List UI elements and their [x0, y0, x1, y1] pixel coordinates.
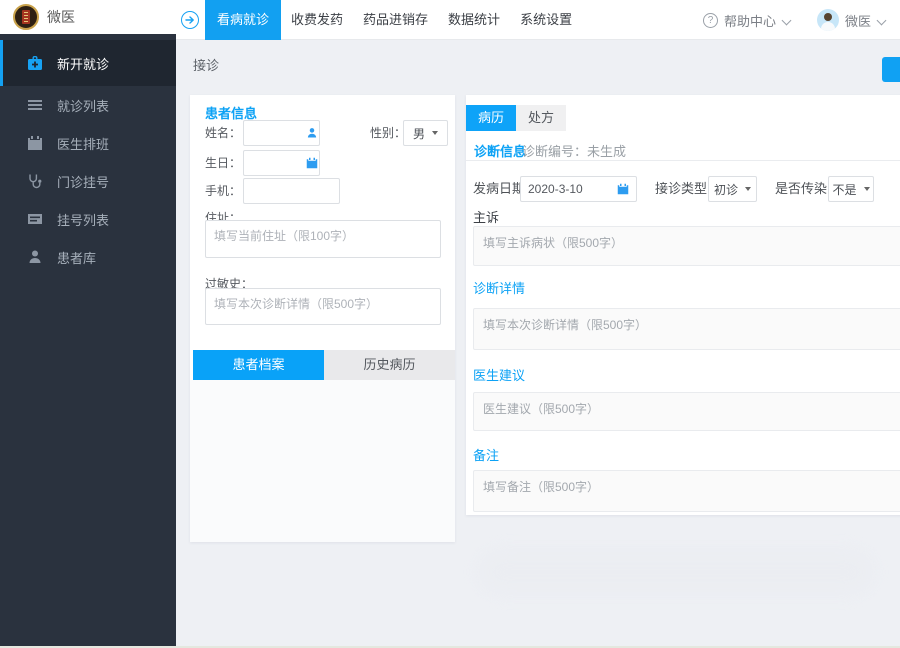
- help-center-label: 帮助中心: [723, 13, 776, 29]
- sidebar-item-label: 挂号列表: [57, 212, 110, 228]
- gender-label: 性别：: [370, 126, 407, 140]
- sidebar-item-registration-list[interactable]: 挂号列表: [0, 200, 176, 238]
- remarks-textarea[interactable]: [473, 470, 900, 512]
- chief-complaint-label: 主诉: [473, 210, 500, 225]
- sidebar-item-label: 患者库: [57, 250, 97, 266]
- diagnosis-info-title: 诊断信息: [474, 144, 527, 159]
- main-content: 接诊 患者信息 姓名： 性别： 男 生日： 手机： 住址： 过敏史： 患者档案 …: [176, 40, 900, 648]
- caret-down-icon: [745, 187, 751, 191]
- diagnosis-number: 诊断编号：未生成: [522, 144, 627, 159]
- phone-label: 手机：: [205, 184, 242, 198]
- list-icon: [28, 100, 42, 110]
- stethoscope-icon: [29, 174, 42, 189]
- contagious-value: 不是: [832, 182, 857, 197]
- chief-complaint-textarea[interactable]: [473, 226, 900, 266]
- onset-date-label: 发病日期: [473, 181, 526, 196]
- onset-date-value: 2020-3-10: [528, 182, 583, 196]
- main-nav: 看病就诊 收费发药 药品进销存 数据统计 系统设置: [205, 0, 582, 40]
- visit-type-label: 接诊类型: [655, 181, 708, 196]
- doctor-advice-label: 医生建议: [473, 368, 526, 383]
- tab-prescription[interactable]: 处方: [516, 105, 567, 131]
- address-textarea[interactable]: [205, 220, 441, 258]
- medical-record-panel: 病历 处方 诊断信息 诊断编号：未生成 发病日期 2020-3-10 接诊类型 …: [466, 95, 900, 515]
- collapse-sidebar-arrow-icon[interactable]: [181, 11, 199, 29]
- tab-medical-record[interactable]: 病历: [466, 105, 517, 131]
- sidebar-item-registration[interactable]: 门诊挂号: [0, 162, 176, 200]
- sidebar-item-doctor-schedule[interactable]: 医生排班: [0, 124, 176, 162]
- nav-tab-outpatient[interactable]: 看病就诊: [205, 0, 282, 40]
- patient-info-panel: 患者信息 姓名： 性别： 男 生日： 手机： 住址： 过敏史： 患者档案 历史病…: [190, 95, 455, 542]
- doctor-advice-textarea[interactable]: [473, 392, 900, 431]
- sidebar-item-new-visit[interactable]: 新开就诊: [0, 40, 176, 86]
- visit-type-value: 初诊: [713, 182, 738, 197]
- person-icon: [307, 128, 317, 138]
- caret-down-icon: [432, 131, 438, 135]
- diagnosis-detail-textarea[interactable]: [473, 308, 900, 350]
- birthday-label: 生日：: [205, 156, 242, 170]
- user-name-label: 微医: [844, 13, 871, 29]
- page-title: 接诊: [193, 58, 220, 73]
- primary-action-button[interactable]: [882, 57, 900, 82]
- nav-tab-statistics[interactable]: 数据统计: [438, 0, 510, 40]
- sidebar-item-label: 门诊挂号: [57, 174, 110, 190]
- chevron-down-icon: [782, 16, 791, 25]
- help-center-menu[interactable]: ? 帮助中心: [702, 11, 791, 30]
- onset-date-picker[interactable]: 2020-3-10: [520, 176, 637, 202]
- visit-type-select[interactable]: 初诊: [708, 176, 757, 202]
- nav-tab-settings[interactable]: 系统设置: [510, 0, 582, 40]
- remarks-label: 备注: [473, 448, 500, 463]
- help-question-icon: ?: [702, 12, 718, 28]
- sidebar-item-label: 医生排班: [57, 136, 110, 152]
- allergy-textarea[interactable]: [205, 288, 441, 325]
- tab-history-records[interactable]: 历史病历: [324, 350, 455, 380]
- app-title: 微医: [47, 9, 75, 25]
- nav-tab-inventory[interactable]: 药品进销存: [353, 0, 438, 40]
- header-right: ? 帮助中心 微医: [702, 0, 886, 40]
- calendar-icon: [617, 183, 629, 195]
- gender-select[interactable]: 男: [403, 120, 448, 146]
- chevron-down-icon: [877, 16, 886, 25]
- tab-patient-archive[interactable]: 患者档案: [193, 350, 324, 380]
- calendar-icon: [306, 157, 318, 169]
- sidebar-item-label: 新开就诊: [57, 56, 110, 72]
- background-watermark: [476, 548, 876, 596]
- logo-area: 微医: [0, 0, 176, 34]
- caret-down-icon: [863, 187, 870, 191]
- user-icon: [29, 250, 41, 263]
- contagious-select[interactable]: 不是: [828, 176, 874, 202]
- sidebar-item-patient-database[interactable]: 患者库: [0, 238, 176, 276]
- sidebar-item-visit-list[interactable]: 就诊列表: [0, 86, 176, 124]
- calendar-icon: [28, 136, 42, 150]
- nav-tab-billing[interactable]: 收费发药: [281, 0, 353, 40]
- divider: [466, 160, 900, 161]
- record-tabs: 病历 处方: [466, 105, 567, 131]
- medkit-icon: [28, 56, 42, 70]
- user-menu[interactable]: 微医: [816, 9, 886, 31]
- contagious-label: 是否传染: [775, 181, 828, 196]
- diagnosis-detail-label: 诊断详情: [473, 281, 526, 296]
- avatar: [816, 9, 839, 31]
- phone-input[interactable]: [243, 178, 340, 204]
- name-label: 姓名：: [205, 126, 242, 140]
- patient-panel-tabs: 患者档案 历史病历: [193, 350, 455, 380]
- sidebar: 新开就诊 就诊列表 医生排班 门诊挂号 挂号列表 患者库: [0, 34, 176, 648]
- app-window: 微医 看病就诊 收费发药 药品进销存 数据统计 系统设置 ? 帮助中心 微医 新…: [0, 0, 900, 648]
- patient-archive-content: [190, 380, 455, 542]
- gender-value: 男: [412, 126, 425, 141]
- clinic-seal-logo-icon: [13, 4, 39, 30]
- card-list-icon: [28, 214, 42, 224]
- sidebar-item-label: 就诊列表: [57, 98, 110, 114]
